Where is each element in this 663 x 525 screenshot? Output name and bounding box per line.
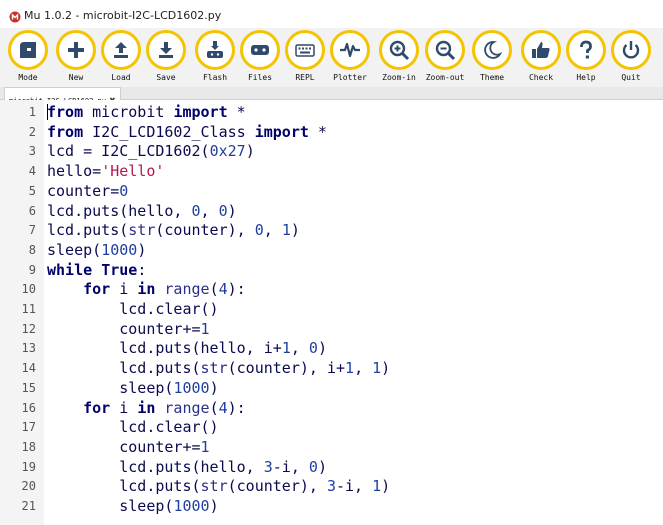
code-text: hello='Hello' [47,162,165,181]
keyboard-icon [295,44,315,57]
flash-icon [207,41,223,58]
line-number: 10 [21,282,36,297]
line-number: 19 [21,459,36,474]
tab-bar: microbit-I2C-LCD1602.py✖ [0,87,663,105]
code-line[interactable]: 12 counter+=1 [0,319,663,339]
mode-button[interactable]: Mode [6,28,52,87]
code-line[interactable]: 9 while True: [0,260,663,280]
code-line[interactable]: 6 lcd.puts(hello, 0, 0) [0,201,663,221]
title-bar: Mu 1.0.2 - microbit-I2C-LCD1602.py [0,0,663,28]
code-text: lcd.puts(hello, i+1, 0) [47,339,327,358]
zoom-in-icon [389,40,410,61]
power-icon [622,41,640,59]
code-line[interactable]: 4 hello='Hello' [0,161,663,181]
code-text: for i in range(4): [83,398,246,417]
code-line[interactable]: 18 counter+=1 [0,437,663,457]
code-line[interactable]: 8 sleep(1000) [0,240,663,260]
line-number: 9 [28,262,36,277]
pulse-icon [340,42,360,58]
save-button[interactable]: Save [144,28,190,87]
code-text: lcd.puts(hello, 3-i, 0) [47,457,327,476]
code-line[interactable]: 7 lcd.puts(str(counter), 0, 1) [0,220,663,240]
line-number: 14 [21,361,36,376]
text-cursor [47,104,48,120]
upload-icon [114,42,128,58]
window-title: Mu 1.0.2 - microbit-I2C-LCD1602.py [24,9,222,22]
line-number: 11 [21,302,36,316]
code-text: while True: [47,260,147,279]
question-icon [580,40,592,59]
code-editor[interactable]: 1 from microbit import * 2 from I2C_LCD1602… [0,100,663,525]
line-number: 8 [28,242,36,257]
thumbs-up-icon [532,42,550,58]
line-number: 20 [21,479,36,494]
code-text: sleep(1000) [47,240,147,259]
line-number: 4 [28,164,36,179]
line-number: 21 [21,499,36,513]
line-number: 17 [21,420,36,435]
code-text: sleep(1000) [47,497,219,515]
line-number: 5 [28,183,36,198]
code-text: lcd.puts(str(counter), 0, 1) [47,221,300,240]
line-number: 12 [21,321,36,336]
code-text: sleep(1000) [47,378,219,397]
download-icon [159,42,173,58]
code-line[interactable]: 1 from microbit import * [0,102,663,122]
code-text: counter=0 [47,181,129,200]
plotter-label: Plotter [333,73,367,82]
code-line[interactable]: 10 for i in range(4): [0,279,663,299]
tab-microbit-i2c-lcd1602[interactable]: microbit-I2C-LCD1602.py✖ [4,87,121,105]
code-text: from I2C_LCD1602_Class import * [47,122,327,141]
code-line[interactable]: 16 for i in range(4): [0,398,663,418]
code-text: lcd.puts(str(counter), i+1, 1) [47,359,391,378]
quit-button[interactable]: Quit [609,28,655,87]
code-text: lcd.clear() [47,418,219,437]
line-number: 13 [21,341,36,356]
save-label: Save [156,73,176,82]
zoom-out-button[interactable]: Zoom-out [423,28,469,87]
mu-logo-icon [9,11,21,23]
code-line[interactable]: 15 sleep(1000) [0,378,663,398]
theme-button[interactable]: Theme [470,28,516,87]
mode-icon [20,42,36,58]
plotter-button[interactable]: Plotter [328,28,374,87]
line-number: 1 [28,105,36,119]
line-number: 6 [28,203,36,218]
code-line[interactable]: 3 lcd = I2C_LCD1602(0x27) [0,141,663,161]
code-text: for i in range(4): [83,280,246,299]
code-text: counter+=1 [47,437,210,456]
code-line[interactable]: 13 lcd.puts(hello, i+1, 0) [0,338,663,358]
code-text: lcd.clear() [47,300,219,318]
code-line[interactable]: 14 lcd.puts(str(counter), i+1, 1) [0,358,663,378]
code-line[interactable]: 19 lcd.puts(hello, 3-i, 0) [0,457,663,477]
files-icon [251,45,269,55]
code-line[interactable]: 2 from I2C_LCD1602_Class import * [0,122,663,142]
code-line[interactable]: 20 lcd.puts(str(counter), 3-i, 1) [0,476,663,496]
code-text: from microbit import * [47,103,246,121]
code-text: counter+=1 [47,319,210,338]
quit-label: Quit [621,73,641,82]
zoom-out-icon [435,40,456,61]
line-number: 2 [28,124,36,139]
code-text: lcd = I2C_LCD1602(0x27) [47,142,255,161]
code-text: lcd.puts(hello, 0, 0) [47,201,237,220]
code-line[interactable]: 11 lcd.clear() [0,299,663,319]
code-line[interactable]: 21 sleep(1000) [0,496,663,516]
line-number: 18 [21,439,36,454]
moon-icon [484,41,503,59]
code-text: lcd.puts(str(counter), 3-i, 1) [47,477,391,496]
plus-icon [68,42,84,58]
line-number: 7 [28,223,36,238]
line-number: 16 [21,400,36,415]
toolbar: Mode New Load Save Flash Files REPL Plot… [0,28,663,87]
code-line[interactable]: 5 counter=0 [0,181,663,201]
theme-label: Theme [479,73,505,82]
code-line[interactable]: 17 lcd.clear() [0,417,663,437]
line-number: 15 [21,380,36,395]
line-number: 3 [28,144,36,159]
